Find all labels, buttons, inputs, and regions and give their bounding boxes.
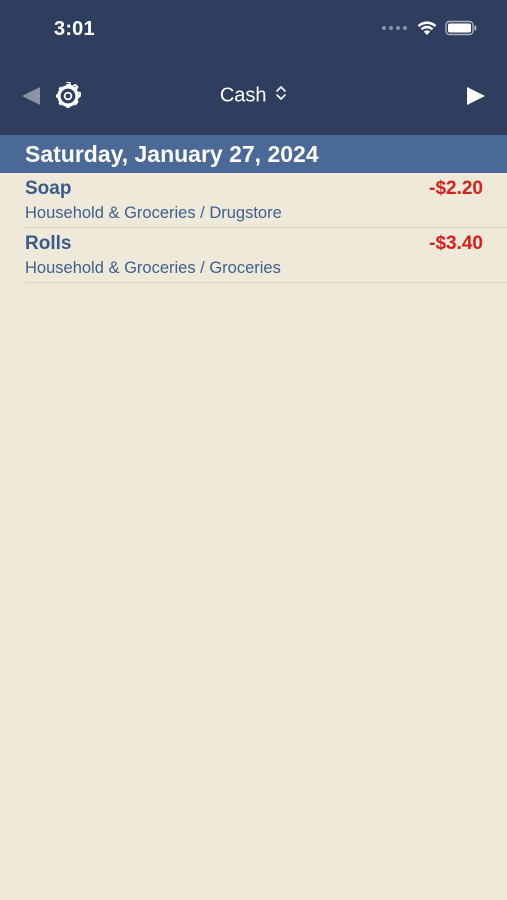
transaction-row[interactable]: Soap Household & Groceries / Drugstore -… [25, 173, 507, 228]
transaction-category: Household & Groceries / Drugstore [25, 204, 282, 222]
next-button[interactable] [463, 84, 487, 108]
previous-button[interactable] [20, 84, 44, 108]
triangle-right-icon [463, 87, 487, 112]
account-label: Cash [219, 84, 267, 107]
transaction-category: Household & Groceries / Groceries [25, 259, 281, 277]
transaction-list: Soap Household & Groceries / Drugstore -… [0, 173, 507, 283]
gear-icon [54, 81, 82, 114]
navigation-bar: Cash [0, 72, 507, 120]
top-bar: 3:01 Cash [0, 0, 507, 135]
settings-button[interactable] [54, 81, 82, 110]
date-label: Saturday, January 27, 2024 [25, 141, 319, 167]
date-section-header: Saturday, January 27, 2024 [0, 135, 507, 173]
account-selector[interactable]: Cash [184, 84, 324, 108]
transaction-name: Rolls [25, 233, 72, 254]
status-icons [382, 20, 477, 36]
transaction-amount: -$2.20 [429, 178, 483, 199]
transaction-row[interactable]: Rolls Household & Groceries / Groceries … [25, 228, 507, 283]
chevron-up-down-icon [275, 84, 287, 108]
battery-icon [445, 20, 477, 36]
transaction-name: Soap [25, 178, 72, 199]
wifi-icon [417, 20, 437, 36]
transaction-amount: -$3.40 [429, 233, 483, 254]
triangle-left-icon [20, 87, 44, 112]
status-time: 3:01 [54, 18, 95, 40]
cellular-signal-icon [382, 26, 407, 30]
